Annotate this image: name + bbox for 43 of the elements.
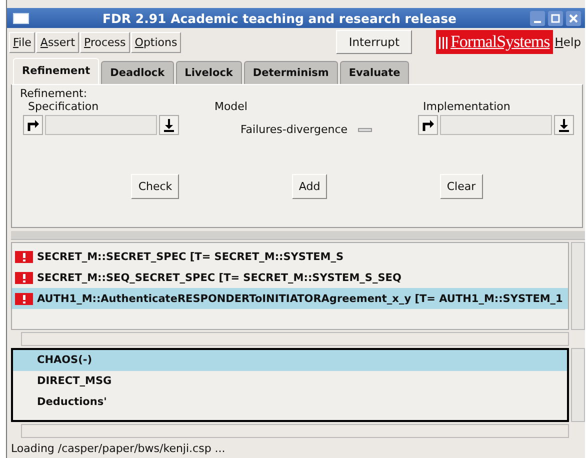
close-icon[interactable] — [566, 10, 581, 26]
process-row[interactable]: Deductions' — [13, 392, 567, 413]
maximize-icon[interactable] — [548, 10, 563, 26]
error-icon — [15, 250, 33, 262]
specification-label: Specification — [27, 100, 100, 113]
panel-button[interactable]: Add — [292, 174, 328, 199]
bars-icon — [439, 35, 448, 49]
implementation-label: Implementation — [422, 100, 512, 113]
window-title: FDR 2.91 Academic teaching and research release — [102, 10, 458, 26]
vertical-scrollbar[interactable] — [571, 242, 585, 330]
panel-button[interactable]: Clear — [440, 174, 483, 199]
implementation-field[interactable] — [440, 115, 552, 135]
menu-item[interactable]: Options — [130, 32, 182, 52]
horizontal-scrollbar[interactable] — [21, 424, 569, 438]
specification-field[interactable] — [45, 115, 157, 135]
menu-item[interactable]: File — [9, 32, 36, 52]
option-menu-icon — [358, 128, 372, 132]
menu-item[interactable]: Assert — [36, 32, 80, 52]
assertion-row[interactable]: SECRET_M::SECRET_SPEC [T= SECRET_M::SYSTEM_S — [12, 246, 568, 267]
minimize-icon[interactable] — [530, 10, 545, 26]
status-text: Loading /casper/paper/bws/kenji.csp ... — [10, 442, 226, 457]
error-icon — [15, 272, 33, 284]
model-label: Model — [214, 100, 248, 113]
panel-button[interactable]: Check — [131, 174, 180, 199]
tab[interactable]: Determinism — [244, 61, 338, 84]
vertical-scrollbar[interactable] — [571, 348, 585, 422]
assertion-row[interactable]: AUTH1_M::AuthenticateRESPONDERToINITIATORAgreement_x_y [T= AUTH1_M::SYSTEM_1 — [12, 288, 568, 309]
process-row[interactable]: CHAOS(-) — [13, 350, 567, 371]
tab[interactable]: Livelock — [176, 61, 242, 84]
tab[interactable]: Deadlock — [101, 61, 174, 84]
menu-item[interactable]: Process — [80, 32, 130, 52]
error-icon — [15, 292, 33, 304]
window-icon — [13, 12, 29, 24]
horizontal-scrollbar[interactable] — [21, 332, 569, 346]
logo-text: FormalSystems — [450, 31, 550, 53]
model-dropdown[interactable]: Failures-divergence — [240, 123, 372, 136]
tab[interactable]: Refinement — [13, 58, 100, 84]
process-row[interactable]: DIRECT_MSG — [13, 371, 567, 392]
pane-handle[interactable] — [11, 231, 585, 240]
tab[interactable]: Evaluate — [340, 61, 410, 84]
assertion-row[interactable]: SECRET_M::SEQ_SECRET_SPEC [T= SECRET_M::SYSTEM_S_SEQ — [12, 267, 568, 288]
panel-title: Refinement: — [20, 87, 88, 100]
interrupt-button[interactable]: Interrupt — [336, 30, 412, 54]
